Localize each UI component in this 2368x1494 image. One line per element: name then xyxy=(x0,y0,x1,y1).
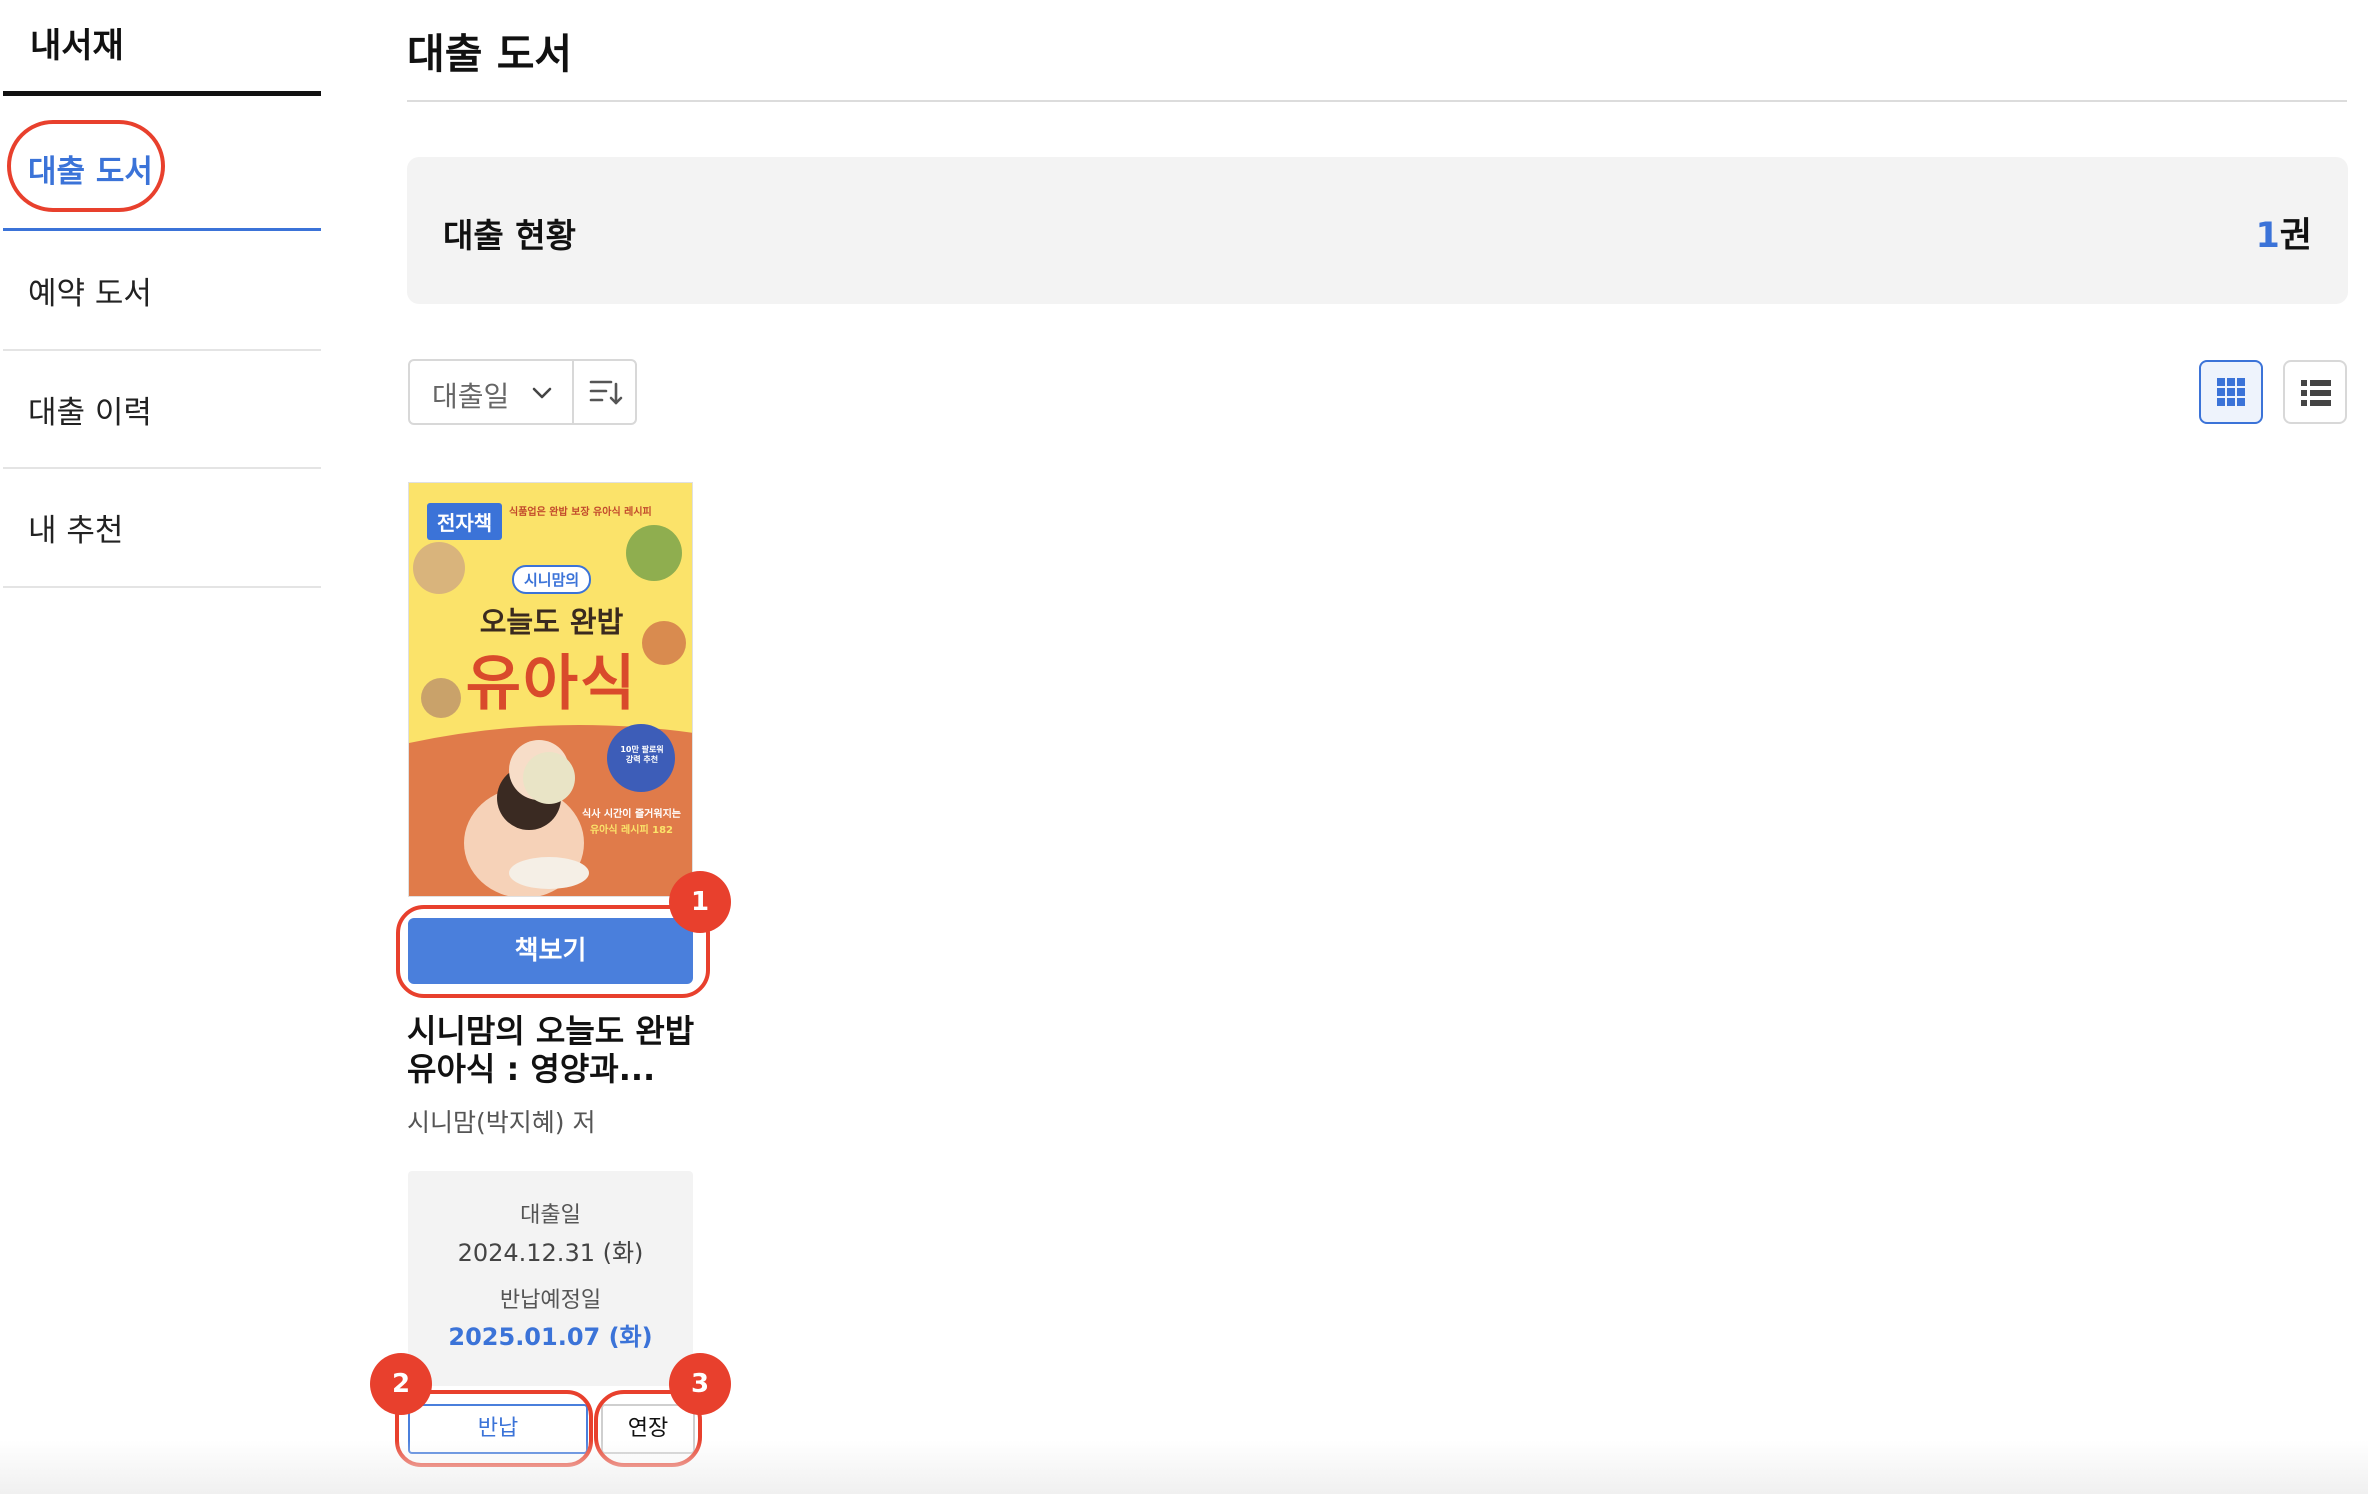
sort-select-value: 대출일 xyxy=(432,380,510,413)
cover-tagline: 식품업은 완밥 보장 유아식 레시피 xyxy=(509,507,652,518)
loan-status-count: 1권 xyxy=(2255,207,2312,258)
sort-order-button[interactable] xyxy=(576,361,635,423)
sidebar-item-loan-history[interactable]: 대출 이력 xyxy=(28,387,152,432)
cover-subline-2: 유아식 레시피 182 xyxy=(589,825,674,836)
sort-controls: 대출일 xyxy=(408,359,637,425)
sidebar-title-divider xyxy=(3,91,321,96)
book-title-line-1: 시니맘의 오늘도 완밥 xyxy=(407,1012,695,1050)
title-divider xyxy=(407,100,2347,102)
sidebar-item-my-recommendations[interactable]: 내 추천 xyxy=(28,505,123,550)
book-cover[interactable]: 전자책 식품업은 완밥 보장 유아식 레시피 시니맘의 오늘도 완밥 유아식 1… xyxy=(408,482,693,897)
ebook-badge: 전자책 xyxy=(427,503,503,540)
due-date-value: 2025.01.07 (화) xyxy=(448,1323,653,1351)
sidebar-divider xyxy=(3,349,321,351)
loan-date-label: 대출일 xyxy=(520,1203,581,1228)
loan-info-panel: 대출일 2024.12.31 (화) 반납예정일 2025.01.07 (화) xyxy=(408,1171,693,1386)
loan-status-label: 대출 현황 xyxy=(443,216,576,255)
page-title: 대출 도서 xyxy=(407,30,573,78)
chevron-down-icon xyxy=(532,387,552,399)
book-title[interactable]: 시니맘의 오늘도 완밥 유아식 : 영양과... xyxy=(407,1012,707,1088)
highlight-ring-read xyxy=(396,905,710,998)
cover-sticker: 10만 팔로워 강력 추천 xyxy=(620,745,664,764)
loan-status-panel: 대출 현황 1권 xyxy=(407,157,2348,304)
sidebar-divider xyxy=(3,586,321,588)
book-author: 시니맘(박지혜) 저 xyxy=(407,1108,596,1137)
due-date-label: 반납예정일 xyxy=(499,1288,602,1313)
sidebar-active-underline xyxy=(3,228,321,231)
book-title-line-2: 유아식 : 영양과... xyxy=(407,1050,656,1088)
list-view-icon xyxy=(2301,380,2331,406)
grid-view-button[interactable] xyxy=(2199,360,2263,424)
loan-count-unit: 권 xyxy=(2279,216,2312,256)
bottom-fade xyxy=(0,1440,2368,1494)
cover-subline-1: 식사 시간이 즐거워지는 xyxy=(582,809,681,820)
sidebar-divider xyxy=(3,467,321,469)
sidebar-item-reserved-books[interactable]: 예약 도서 xyxy=(28,268,152,313)
sort-select[interactable]: 대출일 xyxy=(410,361,574,423)
loan-count-number: 1 xyxy=(2255,216,2280,256)
annotation-badge-2: 2 xyxy=(370,1353,432,1415)
cover-headline-main: 유아식 xyxy=(465,649,638,719)
cover-series: 시니맘의 xyxy=(512,565,592,594)
annotation-badge-3: 3 xyxy=(669,1353,731,1415)
loan-date-value: 2024.12.31 (화) xyxy=(457,1239,644,1267)
grid-view-icon xyxy=(2217,378,2245,406)
annotation-badge-1: 1 xyxy=(669,871,731,933)
highlight-ring-sidebar xyxy=(7,120,165,212)
sidebar-title: 내서재 xyxy=(30,26,124,66)
sort-order-icon xyxy=(589,380,623,405)
list-view-button[interactable] xyxy=(2283,360,2347,424)
